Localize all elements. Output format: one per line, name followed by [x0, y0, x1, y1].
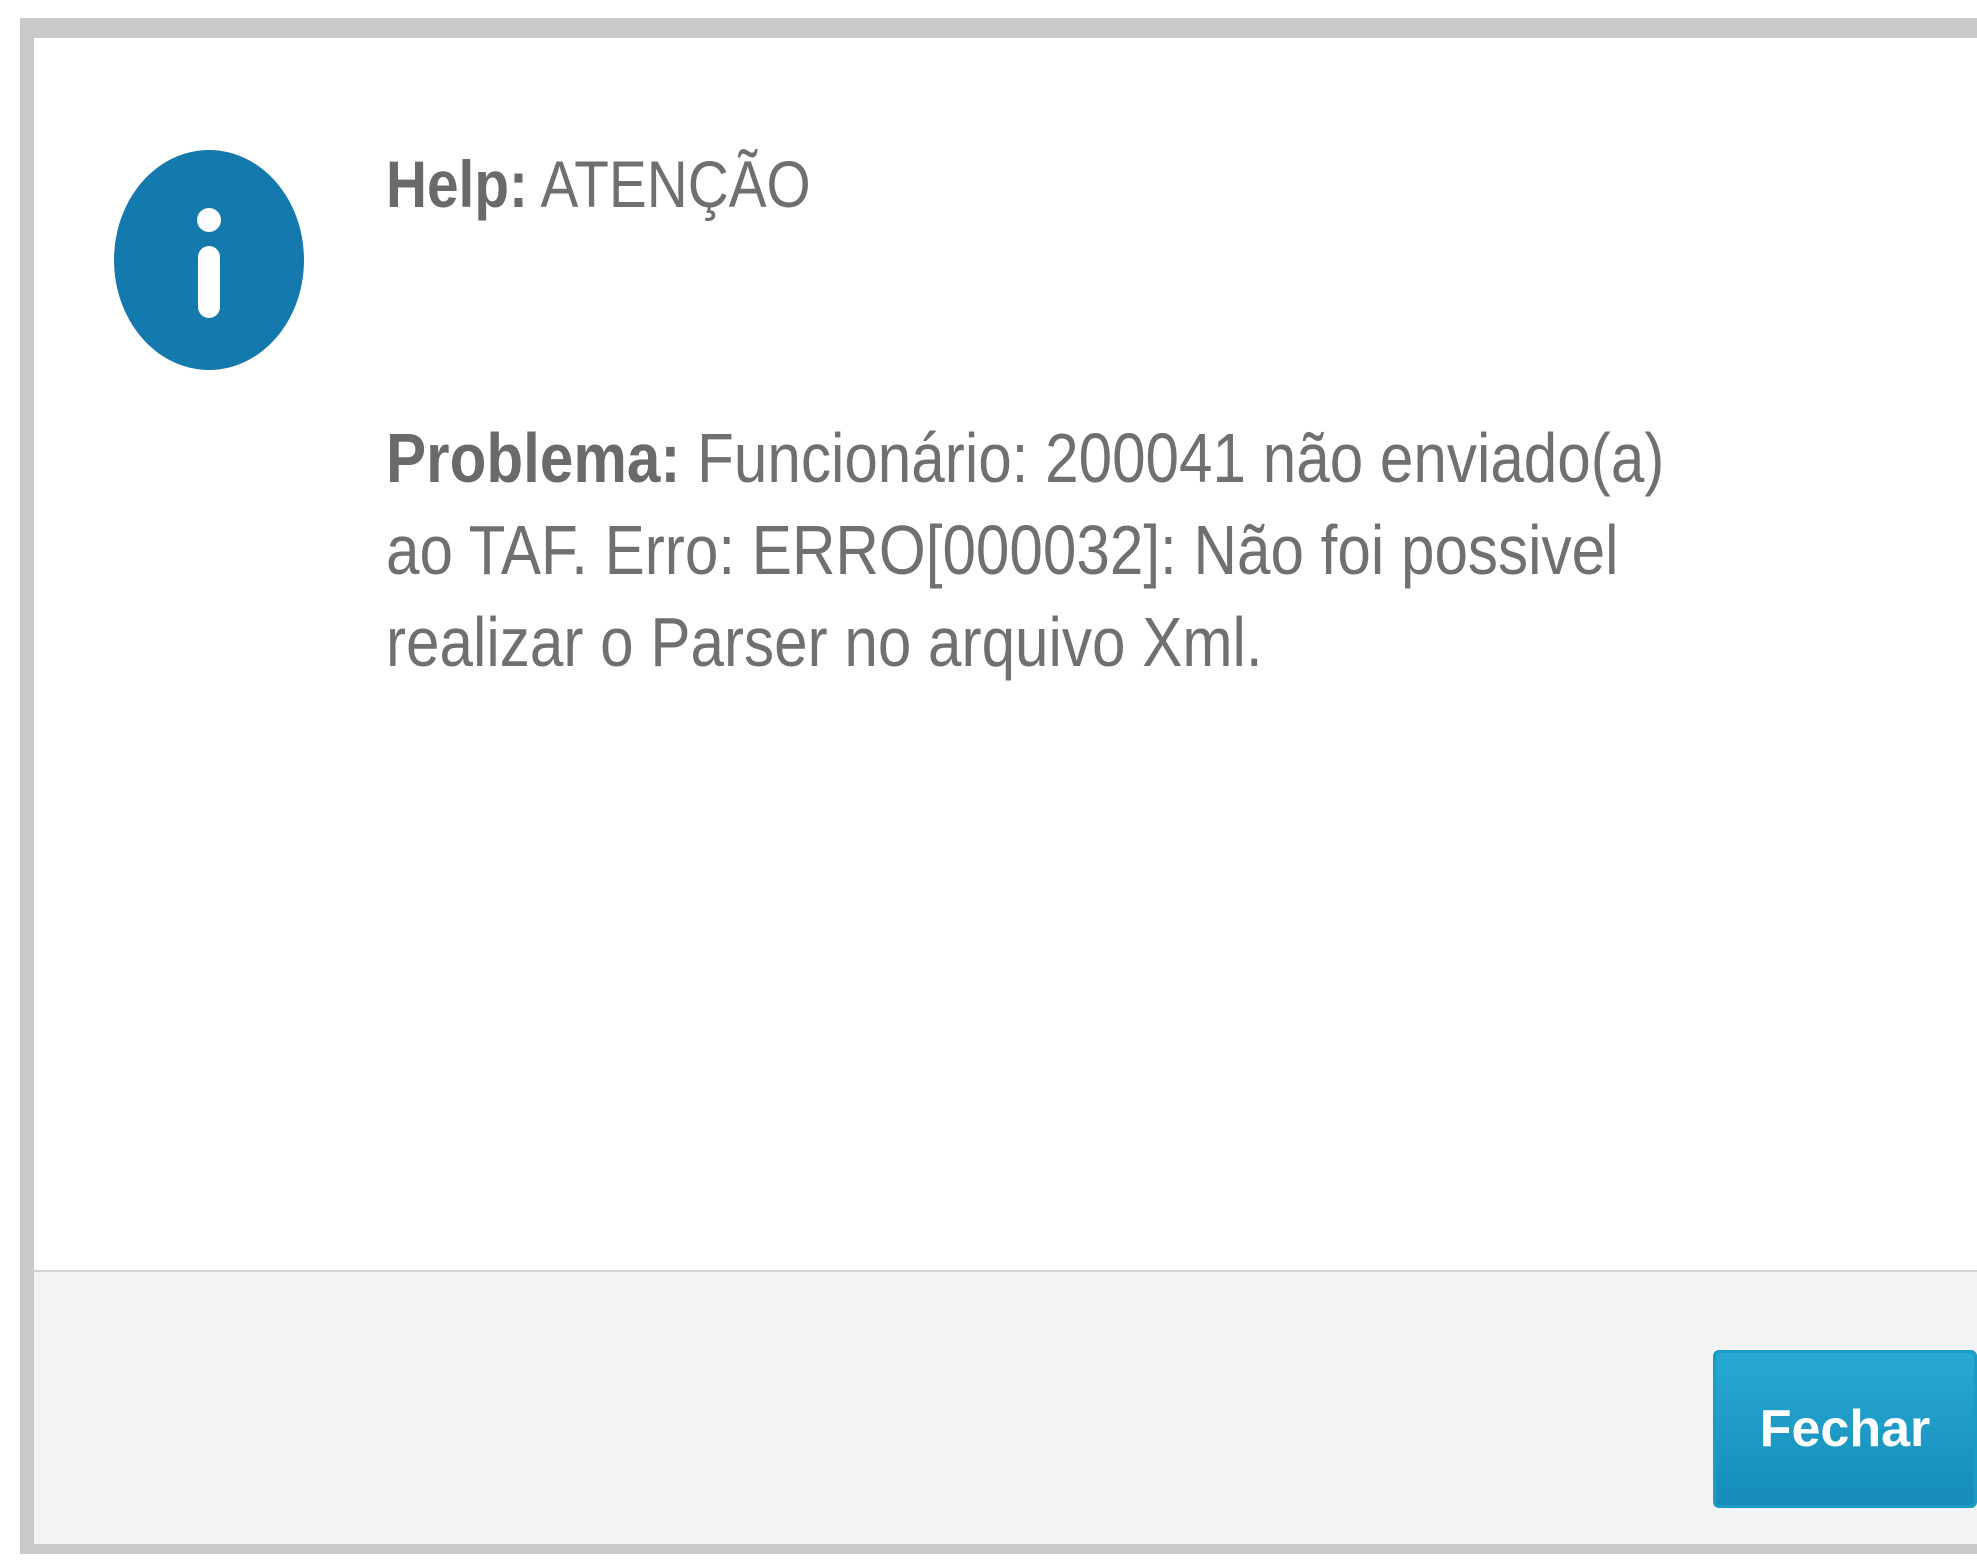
- page: Help: ATENÇÃO Problema: Funcionário: 200…: [0, 0, 1977, 1568]
- title-text: ATENÇÃO: [540, 147, 811, 221]
- dialog-footer: Fechar: [34, 1270, 1977, 1544]
- problem-message: Problema: Funcionário: 200041 não enviad…: [386, 412, 1745, 688]
- dialog-body: Help: ATENÇÃO Problema: Funcionário: 200…: [34, 38, 1977, 1270]
- info-icon: [114, 150, 304, 370]
- help-dialog: Help: ATENÇÃO Problema: Funcionário: 200…: [20, 18, 1977, 1554]
- close-button[interactable]: Fechar: [1713, 1350, 1977, 1508]
- problem-label: Problema:: [386, 419, 681, 497]
- title-label: Help:: [386, 147, 528, 221]
- dialog-title: Help: ATENÇÃO: [386, 146, 811, 222]
- info-icon-glyph: [197, 208, 221, 318]
